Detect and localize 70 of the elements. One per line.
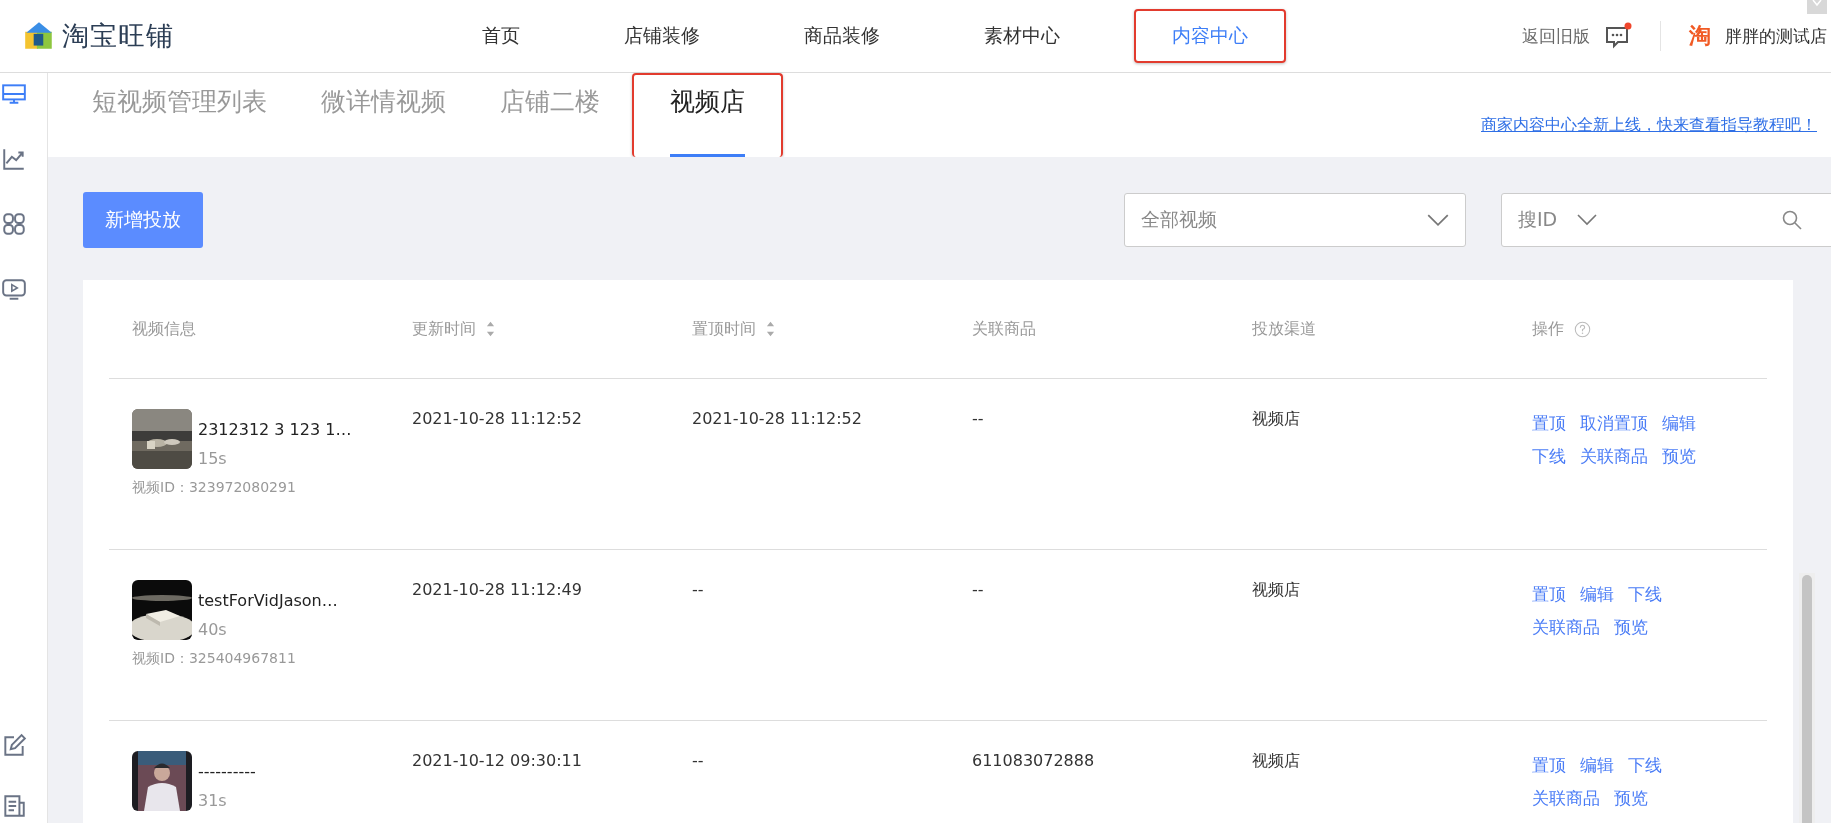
chevron-down-icon bbox=[1427, 213, 1449, 227]
video-duration: 40s bbox=[198, 620, 228, 639]
shop-logo-text: 淘 bbox=[1689, 22, 1711, 50]
notice-link[interactable]: 商家内容中心全新上线，快来查看指导教程吧！ bbox=[1481, 114, 1817, 136]
sort-icon[interactable] bbox=[766, 320, 775, 338]
logo-text: 淘宝旺铺 bbox=[62, 19, 174, 53]
video-duration: 15s bbox=[198, 449, 228, 468]
action-link[interactable]: 关联商品 bbox=[1532, 616, 1600, 639]
column-header: 视频信息 bbox=[132, 318, 196, 340]
column-header: 关联商品 bbox=[972, 318, 1036, 340]
action-link[interactable]: 预览 bbox=[1662, 445, 1696, 468]
action-link[interactable]: 置顶 bbox=[1532, 412, 1566, 435]
column-header: 投放渠道 bbox=[1252, 318, 1316, 340]
action-link[interactable]: 下线 bbox=[1628, 583, 1662, 606]
sort-icon[interactable] bbox=[486, 320, 495, 338]
nav-tab[interactable]: 店铺装修 bbox=[594, 9, 730, 63]
table-cell: 2021-10-28 11:12:52 bbox=[412, 409, 582, 428]
monitor-icon[interactable] bbox=[1, 81, 27, 107]
video-id: 视频ID：323972080291 bbox=[132, 479, 297, 497]
chevron-down-icon bbox=[1577, 214, 1598, 226]
grid-icon[interactable] bbox=[1, 211, 27, 237]
tab[interactable]: 微详情视频 bbox=[299, 73, 468, 157]
video-id: 视频ID：325404967811 bbox=[132, 650, 297, 668]
table-cell: -- bbox=[972, 580, 984, 599]
table-cell: -- bbox=[692, 580, 704, 599]
action-link[interactable]: 取消置顶 bbox=[1580, 412, 1648, 435]
table-cell: 视频店 bbox=[1252, 580, 1300, 599]
action-link[interactable]: 预览 bbox=[1614, 616, 1648, 639]
chart-icon[interactable] bbox=[1, 146, 27, 172]
back-link[interactable]: 返回旧版 bbox=[1522, 24, 1590, 48]
column-header[interactable]: 更新时间 bbox=[412, 318, 476, 340]
table-cell: 视频店 bbox=[1252, 751, 1300, 770]
message-icon[interactable] bbox=[1604, 22, 1632, 50]
shop-name[interactable]: 胖胖的测试店 bbox=[1725, 24, 1827, 48]
action-link[interactable]: 预览 bbox=[1614, 787, 1648, 810]
action-link[interactable]: 置顶 bbox=[1532, 583, 1566, 606]
video-title: 2312312 3 123 1… bbox=[198, 420, 352, 439]
column-header[interactable]: 置顶时间 bbox=[692, 318, 756, 340]
action-link[interactable]: 关联商品 bbox=[1532, 787, 1600, 810]
action-link[interactable]: 置顶 bbox=[1532, 754, 1566, 777]
table-cell: 611083072888 bbox=[972, 751, 1095, 770]
nav-tab[interactable]: 商品装修 bbox=[774, 9, 910, 63]
action-link[interactable]: 编辑 bbox=[1580, 583, 1614, 606]
table-cell: 2021-10-28 11:12:52 bbox=[692, 409, 862, 428]
video-duration: 31s bbox=[198, 791, 228, 810]
nav-tab[interactable]: 首页 bbox=[452, 9, 550, 63]
action-link[interactable]: 关联商品 bbox=[1580, 445, 1648, 468]
video-title: testForVidJason… bbox=[198, 591, 338, 610]
table-cell: -- bbox=[972, 409, 984, 428]
table-cell: -- bbox=[692, 751, 704, 770]
tab[interactable]: 店铺二楼 bbox=[478, 73, 622, 157]
table-cell: 视频店 bbox=[1252, 409, 1300, 428]
action-link[interactable]: 下线 bbox=[1532, 445, 1566, 468]
tab[interactable]: 短视频管理列表 bbox=[70, 73, 289, 157]
action-link[interactable]: 下线 bbox=[1628, 754, 1662, 777]
nav-tab[interactable]: 素材中心 bbox=[954, 9, 1090, 63]
table-cell: 2021-10-12 09:30:11 bbox=[412, 751, 582, 770]
video-title: ---------- bbox=[198, 762, 256, 781]
action-link[interactable]: 编辑 bbox=[1580, 754, 1614, 777]
search-field[interactable]: 搜ID bbox=[1501, 193, 1831, 247]
action-link[interactable]: 编辑 bbox=[1662, 412, 1696, 435]
video-icon[interactable] bbox=[1, 276, 27, 302]
nav-tab[interactable]: 内容中心 bbox=[1134, 9, 1286, 63]
edit-icon[interactable] bbox=[1, 733, 27, 759]
filter-dropdown[interactable]: 全部视频 bbox=[1124, 193, 1466, 247]
document-icon[interactable] bbox=[1, 793, 27, 819]
add-button[interactable]: 新增投放 bbox=[83, 192, 203, 248]
table-cell: 2021-10-28 11:12:49 bbox=[412, 580, 582, 599]
column-header: 操作 bbox=[1532, 318, 1564, 340]
search-icon[interactable] bbox=[1782, 210, 1802, 230]
